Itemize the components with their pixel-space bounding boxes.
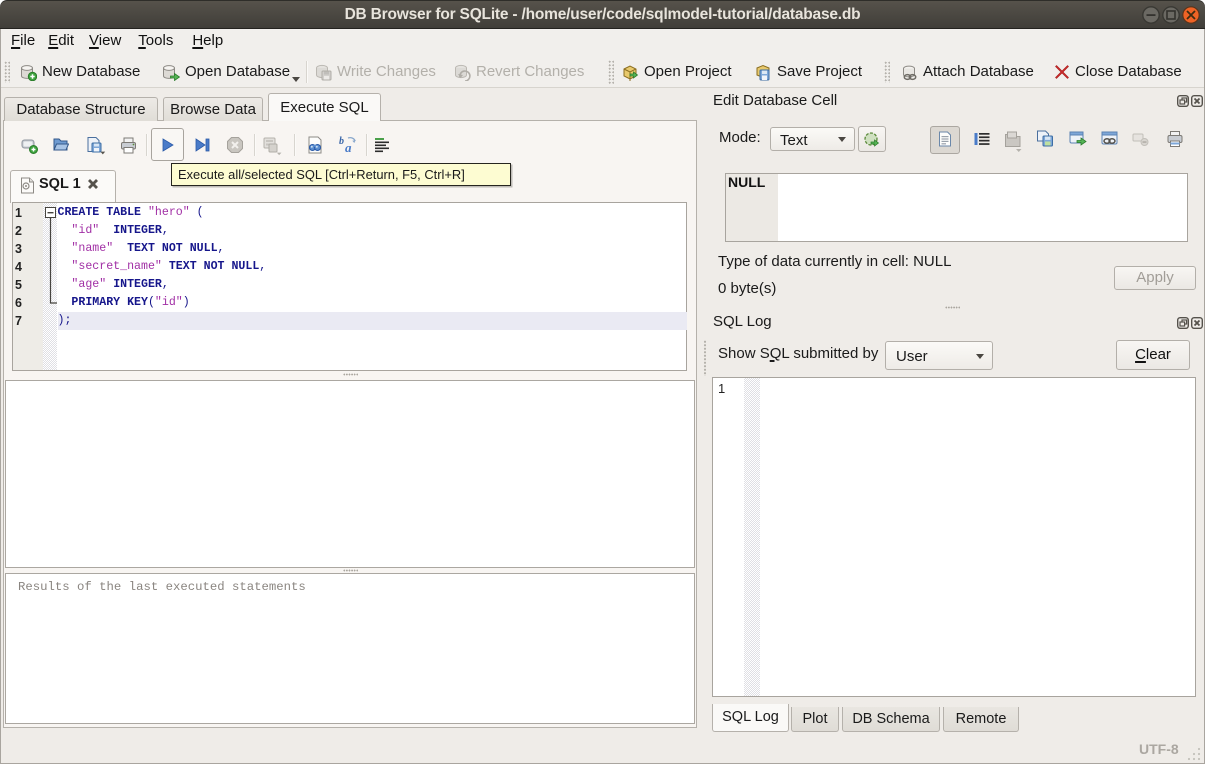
svg-text:b: b [339, 136, 344, 147]
svg-text:a: a [345, 140, 352, 155]
